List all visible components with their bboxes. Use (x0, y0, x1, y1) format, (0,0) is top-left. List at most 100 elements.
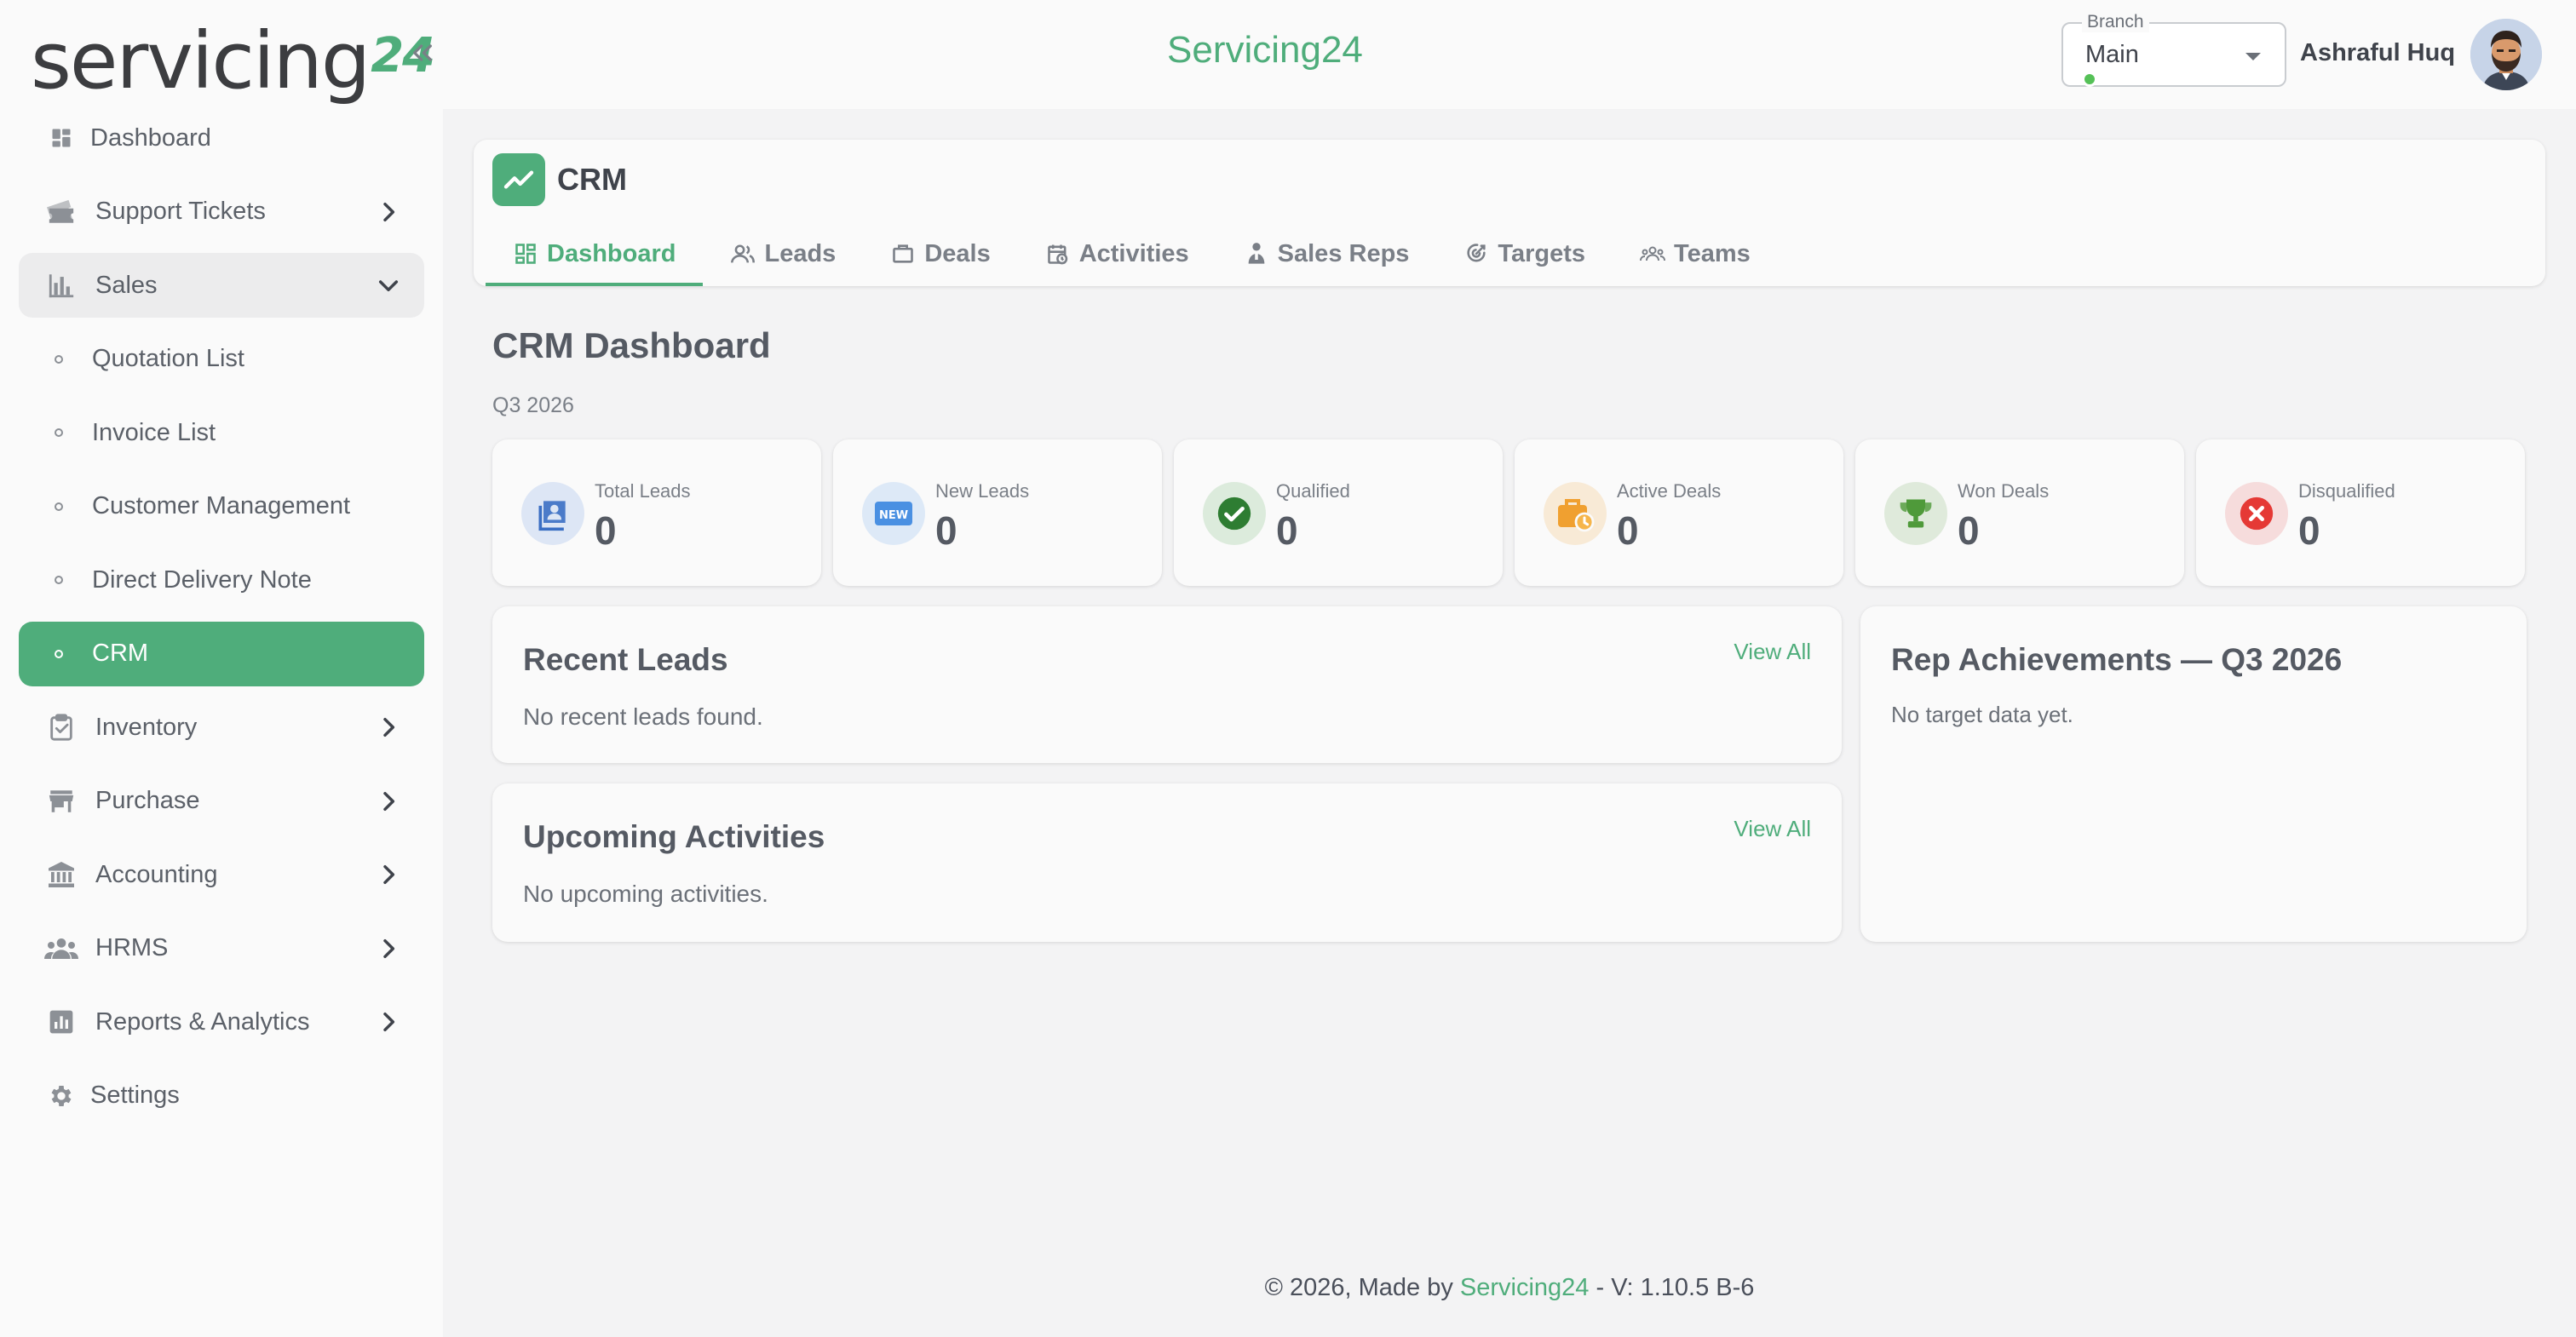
users-icon (730, 241, 756, 267)
ticket-icon (44, 195, 78, 229)
sidebar-item-direct-delivery-note[interactable]: Direct Delivery Note (19, 548, 424, 612)
crm-tabs: Dashboard Leads Deals Activities Sales R… (486, 221, 1778, 286)
avatar[interactable] (2470, 19, 2542, 90)
branch-value: Main (2085, 41, 2139, 68)
sidebar-item-support-tickets[interactable]: Support Tickets (19, 180, 424, 244)
stat-card-new-leads[interactable]: NEW New Leads 0 (833, 439, 1162, 586)
stat-value: 0 (2298, 508, 2320, 553)
recent-leads-view-all-link[interactable]: View All (1734, 639, 1811, 665)
sidebar-item-customer-management[interactable]: Customer Management (19, 474, 424, 539)
sidebar-item-invoice-list[interactable]: Invoice List (19, 400, 424, 465)
stat-card-disqualified[interactable]: Disqualified 0 (2196, 439, 2525, 586)
crm-title: CRM (557, 162, 627, 197)
sidebar-item-crm[interactable]: CRM (19, 621, 424, 686)
people-icon (44, 932, 78, 966)
sidebar-item-quotation-list[interactable]: Quotation List (19, 327, 424, 392)
sidebar-item-accounting[interactable]: Accounting (19, 842, 424, 907)
sidebar-item-label: Settings (90, 1082, 180, 1109)
sidebar-item-hrms[interactable]: HRMS (19, 916, 424, 981)
briefcase-clock-icon (1544, 482, 1607, 545)
page-title: CRM Dashboard (492, 325, 771, 365)
team-icon (1640, 241, 1666, 267)
bullet-icon (55, 576, 63, 584)
app-logo[interactable]: servicing 24 (31, 2, 435, 106)
bar-chart-icon (44, 268, 78, 302)
sidebar-item-label: CRM (92, 640, 149, 667)
sidebar-item-label: Sales (95, 271, 158, 299)
sidebar-item-label: Purchase (95, 787, 200, 814)
stat-card-total-leads[interactable]: Total Leads 0 (492, 439, 821, 586)
chevron-right-icon (383, 938, 395, 958)
tab-label: Targets (1498, 239, 1586, 267)
upcoming-activities-view-all-link[interactable]: View All (1734, 816, 1811, 842)
sidebar-item-purchase[interactable]: Purchase (19, 769, 424, 834)
logo-text: servicing (31, 15, 371, 106)
trending-up-icon (492, 153, 545, 206)
tab-activities[interactable]: Activities (1018, 221, 1216, 286)
tab-dashboard[interactable]: Dashboard (486, 221, 704, 286)
sidebar-item-label: Inventory (95, 713, 198, 741)
tab-targets[interactable]: Targets (1436, 221, 1613, 286)
stat-value: 0 (1617, 508, 1639, 553)
stat-label: Won Deals (1958, 480, 2050, 502)
tab-label: Dashboard (547, 239, 676, 267)
tab-teams[interactable]: Teams (1613, 221, 1778, 286)
sales-rep-icon (1244, 241, 1269, 267)
store-icon (44, 784, 78, 818)
tab-sales-reps[interactable]: Sales Reps (1216, 221, 1437, 286)
page-period: Q3 2026 (492, 393, 574, 417)
svg-text:NEW: NEW (879, 509, 908, 522)
branch-label: Branch (2082, 12, 2149, 32)
stat-label: Disqualified (2298, 480, 2395, 502)
upcoming-activities-card: Upcoming Activities View All No upcoming… (492, 783, 1842, 942)
stat-label: Active Deals (1617, 480, 1722, 502)
user-name[interactable]: Ashraful Huq (2300, 39, 2455, 67)
check-circle-icon (1203, 482, 1266, 545)
sidebar-item-label: Quotation List (92, 345, 244, 372)
tab-label: Leads (764, 239, 837, 267)
contacts-icon (521, 482, 584, 545)
chevron-right-icon (383, 1012, 395, 1032)
chevron-down-icon (378, 280, 399, 292)
tab-label: Deals (924, 239, 991, 267)
bullet-icon (55, 502, 63, 511)
stat-card-won-deals[interactable]: Won Deals 0 (1855, 439, 2184, 586)
tab-deals[interactable]: Deals (863, 221, 1017, 286)
stat-card-active-deals[interactable]: Active Deals 0 (1515, 439, 1843, 586)
collapse-sidebar-button[interactable] (404, 34, 441, 72)
recent-leads-card: Recent Leads View All No recent leads fo… (492, 606, 1842, 763)
gear-icon (44, 1079, 78, 1113)
stat-label: Total Leads (595, 480, 691, 502)
sidebar-item-label: Invoice List (92, 418, 216, 446)
footer: © 2026, Made by Servicing24 - V: 1.10.5 … (443, 1274, 2576, 1302)
sidebar-item-label: HRMS (95, 934, 169, 961)
footer-brand-link[interactable]: Servicing24 (1460, 1274, 1590, 1301)
rep-achievements-title: Rep Achievements — Q3 2026 (1891, 642, 2343, 677)
sidebar-nav: Dashboard Support Tickets Sales Quotatio… (19, 106, 424, 1137)
sidebar-item-label: Customer Management (92, 492, 351, 519)
tab-leads[interactable]: Leads (703, 221, 863, 286)
chevron-right-icon (383, 791, 395, 811)
sidebar-item-settings[interactable]: Settings (19, 1064, 424, 1128)
upcoming-activities-empty-text: No upcoming activities. (523, 881, 768, 907)
stat-label: New Leads (935, 480, 1030, 502)
stat-label: Qualified (1276, 480, 1350, 502)
chevron-right-icon (383, 202, 395, 221)
crm-header-card: CRM Dashboard Leads Deals Activities Sal… (474, 140, 2545, 286)
sidebar-item-inventory[interactable]: Inventory (19, 695, 424, 760)
briefcase-icon (890, 241, 916, 267)
analytics-icon (44, 1005, 78, 1039)
double-chevron-left-icon (413, 44, 432, 61)
sidebar-item-dashboard[interactable]: Dashboard (19, 106, 424, 170)
sidebar-item-sales[interactable]: Sales (19, 253, 424, 318)
tab-label: Teams (1674, 239, 1751, 267)
user-avatar-icon (2470, 19, 2542, 90)
clipboard-check-icon (44, 710, 78, 744)
calendar-clock-icon (1045, 241, 1071, 267)
sidebar-item-reports-analytics[interactable]: Reports & Analytics (19, 990, 424, 1054)
stat-card-qualified[interactable]: Qualified 0 (1174, 439, 1503, 586)
stat-value: 0 (1276, 508, 1298, 553)
tab-label: Sales Reps (1277, 239, 1410, 267)
bank-icon (44, 858, 78, 892)
rep-achievements-card: Rep Achievements — Q3 2026 No target dat… (1860, 606, 2527, 942)
